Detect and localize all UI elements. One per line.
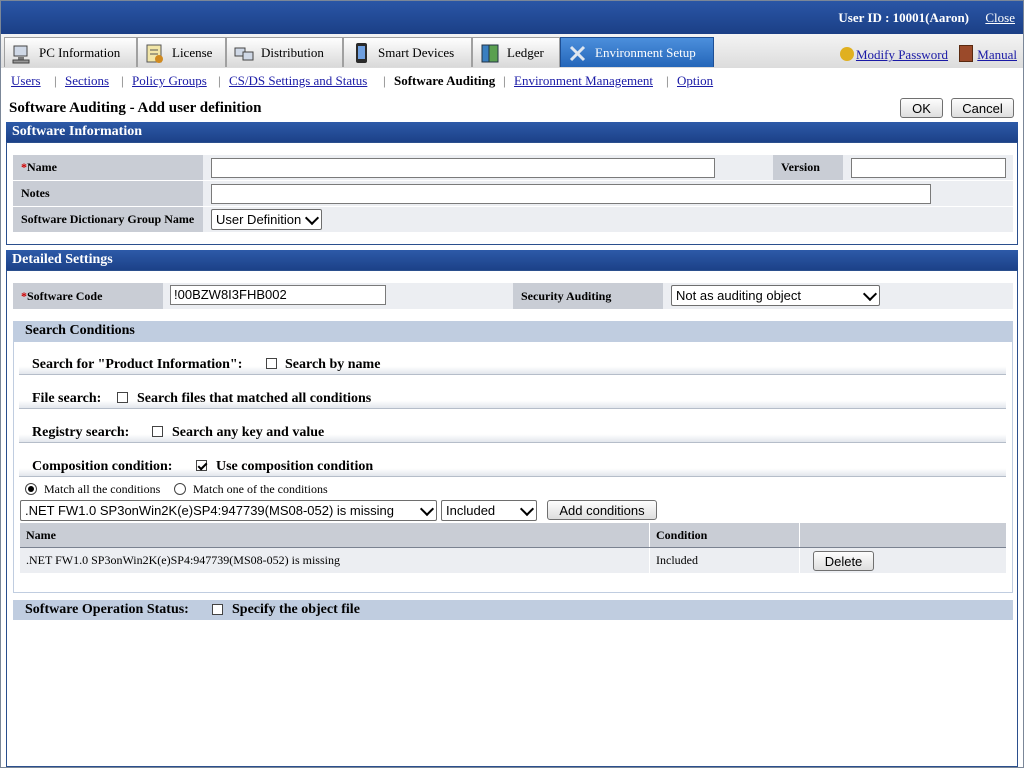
detailed-settings-heading: Detailed Settings [6,250,1018,270]
subnav-csds-settings[interactable]: CS/DS Settings and Status [229,73,367,88]
tab-license[interactable]: License [137,37,226,67]
add-conditions-button[interactable]: Add conditions [547,500,657,520]
tab-label: PC Information [39,44,121,60]
registry-search-row: Registry search: Search any key and valu… [19,423,1006,443]
separator: | [383,73,386,88]
pc-icon [11,42,33,64]
tab-environment-setup[interactable]: Environment Setup [560,37,714,67]
table-header-action [800,523,1006,547]
key-icon [839,47,854,61]
table-cell-name: .NET FW1.0 SP3onWin2K(e)SP4:947739(MS08-… [20,548,650,573]
specify-object-file-checkbox[interactable] [212,604,223,615]
table-cell-condition: Included [650,548,800,573]
match-one-radio[interactable] [174,483,186,495]
composition-condition-row: Composition condition: Use composition c… [19,457,1006,477]
user-id-label: User ID : 10001(Aaron) [838,10,969,25]
tab-label: Smart Devices [378,44,455,60]
notes-label: Notes [13,181,203,206]
tools-icon [567,42,589,64]
subnav-environment-management[interactable]: Environment Management [514,73,653,88]
match-all-radio[interactable] [25,483,37,495]
tab-label: Distribution [261,44,324,60]
table-header-name: Name [20,523,650,547]
search-by-name-checkbox[interactable] [266,358,277,369]
file-search-label: File search: [32,391,102,406]
group-name-select[interactable]: User Definition [211,209,322,230]
composition-condition-label: Composition condition: [32,459,173,474]
specify-object-file-label: Specify the object file [232,602,360,617]
name-input[interactable] [211,158,715,178]
license-icon [144,42,166,64]
security-auditing-label: Security Auditing [513,283,663,309]
chevron-down-icon [519,501,535,517]
separator: | [121,73,124,88]
sub-navigation: Users | Sections | Policy Groups | CS/DS… [1,68,1023,94]
manual-link[interactable]: Manual [977,47,1017,62]
software-operation-status-label: Software Operation Status: [25,602,189,617]
subnav-software-auditing: Software Auditing [394,73,496,88]
group-name-label: Software Dictionary Group Name [13,207,203,232]
subnav-policy-groups[interactable]: Policy Groups [132,73,207,88]
tab-label: Ledger [507,44,544,60]
close-link[interactable]: Close [985,10,1015,26]
modify-password-link[interactable]: Modify Password [856,47,948,62]
file-search-checkbox[interactable] [117,392,128,403]
manual-book-icon [959,45,974,62]
subnav-users[interactable]: Users [11,73,41,88]
tab-distribution[interactable]: Distribution [226,37,343,67]
name-label: * Name [13,155,203,180]
version-label: Version [773,155,843,180]
match-all-label: Match all the conditions [44,482,161,496]
cancel-button[interactable]: Cancel [951,98,1014,118]
table-header-condition: Condition [650,523,800,547]
distribution-icon [233,42,255,64]
utility-links: Modify Password Manual [839,45,1017,63]
tab-smart-devices[interactable]: Smart Devices [343,37,472,67]
registry-search-option-label: Search any key and value [172,425,325,440]
ledger-icon [479,42,501,64]
software-operation-status-row: Software Operation Status: Specify the o… [13,600,1013,620]
search-conditions-heading: Search Conditions [13,321,1013,341]
separator: | [503,73,506,88]
chevron-down-icon [419,501,435,517]
application-window: User ID : 10001(Aaron) Close PC Informat… [0,0,1024,768]
group-name-cell [203,207,1013,232]
page-title: Software Auditing - Add user definition [9,100,262,116]
delete-button[interactable]: Delete [813,551,874,571]
tab-ledger[interactable]: Ledger [472,37,560,67]
version-input[interactable] [851,158,1006,178]
chevron-down-icon [862,286,878,302]
software-code-input[interactable]: !00BZW8I3FHB002 [170,285,386,305]
top-bar: User ID : 10001(Aaron) Close [1,1,1023,34]
registry-search-label: Registry search: [32,425,130,440]
separator: | [54,73,57,88]
smartphone-icon [350,42,372,64]
product-info-label: Search for "Product Information": [32,357,243,372]
subnav-option[interactable]: Option [677,73,713,88]
tab-label: License [172,44,213,60]
tab-label: Environment Setup [595,44,696,60]
software-code-label: * Software Code [13,283,163,309]
chevron-down-icon [304,210,320,226]
separator: | [218,73,221,88]
match-one-label: Match one of the conditions [193,482,328,496]
security-auditing-select[interactable]: Not as auditing object [671,285,880,306]
file-search-row: File search: Search files that matched a… [19,389,1006,409]
subnav-sections[interactable]: Sections [65,73,109,88]
composition-condition-option-label: Use composition condition [216,459,374,474]
composition-condition-checkbox[interactable] [196,460,207,471]
product-info-search-row: Search for "Product Information": Search… [19,355,1006,375]
condition-select[interactable]: .NET FW1.0 SP3onWin2K(e)SP4:947739(MS08-… [20,500,437,521]
file-search-option-label: Search files that matched all conditions [137,391,372,406]
search-by-name-label: Search by name [285,357,381,372]
tab-pc-information[interactable]: PC Information [4,37,137,67]
notes-input[interactable] [211,184,931,204]
software-information-heading: Software Information [6,122,1018,142]
registry-search-checkbox[interactable] [152,426,163,437]
included-select[interactable]: Included [441,500,537,521]
separator: | [666,73,669,88]
ok-button[interactable]: OK [900,98,943,118]
